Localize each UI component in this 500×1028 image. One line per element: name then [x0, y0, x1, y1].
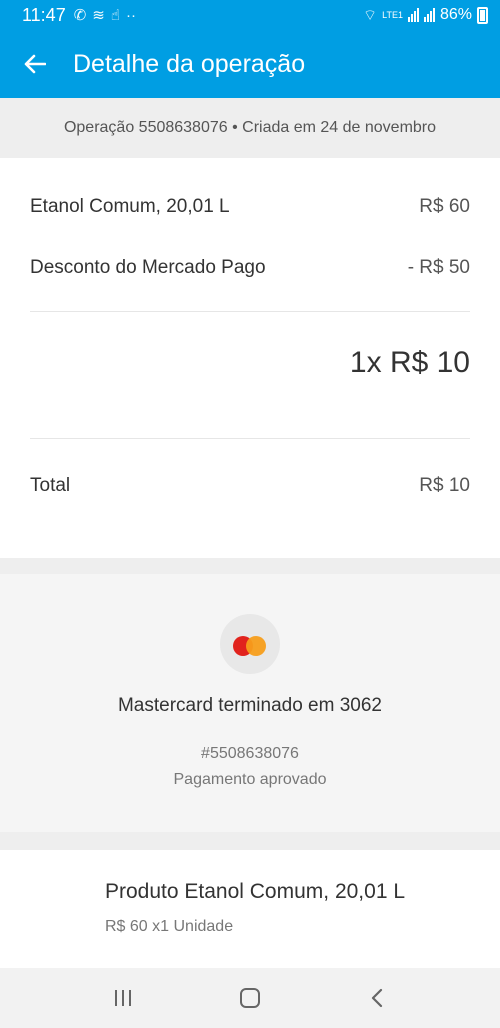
whatsapp-icon: ✆ [73, 7, 87, 24]
status-left: 11:47 ✆ ≋ ☝ ·· [22, 5, 136, 26]
total-row: Total R$ 10 [30, 475, 470, 497]
signal-icon [407, 8, 419, 22]
payment-section: Mastercard terminado em 3062 #5508638076… [0, 574, 500, 832]
discount-value: - R$ 50 [407, 257, 470, 278]
payment-status: Pagamento aprovado [173, 771, 327, 788]
signal-2-icon [423, 8, 435, 22]
status-right: ⌔ LTE1 86% [363, 6, 488, 25]
recents-button[interactable] [93, 973, 153, 1023]
total-label: Total [30, 475, 71, 496]
app-bar: Detalhe da operação [0, 30, 500, 98]
total-value: R$ 10 [419, 475, 470, 496]
home-icon [239, 988, 260, 1008]
mastercard-orange-circle [246, 636, 266, 656]
divider [30, 438, 470, 439]
card-name: Mastercard terminado em 3062 [117, 695, 382, 716]
network-label: LTE1 [382, 9, 403, 20]
wifi-icon: ⌔ [363, 6, 378, 24]
battery-icon [477, 6, 488, 24]
battery-percent: 86% [439, 6, 472, 23]
back-button[interactable] [0, 30, 70, 98]
item-label: Etanol Comum, 20,01 L [30, 196, 230, 217]
system-nav-bar [0, 968, 500, 1028]
chevron-left-icon [371, 988, 382, 1008]
system-back-button[interactable] [347, 973, 407, 1023]
product-name: Produto Etanol Comum, 20,01 L [105, 880, 406, 903]
summary-card: Etanol Comum, 20,01 L R$ 60 Desconto do … [0, 158, 500, 558]
operation-header: Operação 5508638076 • Criada em 24 de no… [0, 98, 500, 158]
recents-icon [115, 990, 132, 1006]
item-value: R$ 60 [419, 196, 470, 217]
arrow-left-icon [24, 54, 46, 74]
status-time: 11:47 [22, 4, 66, 25]
app-notification-icon: ≋ [92, 7, 105, 24]
hand-icon: ☝ [110, 7, 121, 24]
discount-label: Desconto do Mercado Pago [30, 257, 266, 278]
item-row: Etanol Comum, 20,01 L R$ 60 [30, 196, 470, 218]
installments-value: 1x R$ 10 [349, 346, 470, 379]
status-bar: 11:47 ✆ ≋ ☝ ·· ⌔ LTE1 86% [0, 0, 500, 30]
product-detail: R$ 60 x1 Unidade [105, 918, 234, 935]
more-notifications-icon: ·· [126, 6, 137, 24]
home-button[interactable] [220, 973, 280, 1023]
discount-row: Desconto do Mercado Pago - R$ 50 [30, 257, 470, 279]
product-card[interactable]: Produto Etanol Comum, 20,01 L R$ 60 x1 U… [0, 850, 500, 968]
mastercard-icon [220, 614, 280, 674]
divider [30, 311, 470, 312]
operation-number: #5508638076 [201, 745, 299, 762]
page-title: Detalhe da operação [73, 49, 306, 78]
